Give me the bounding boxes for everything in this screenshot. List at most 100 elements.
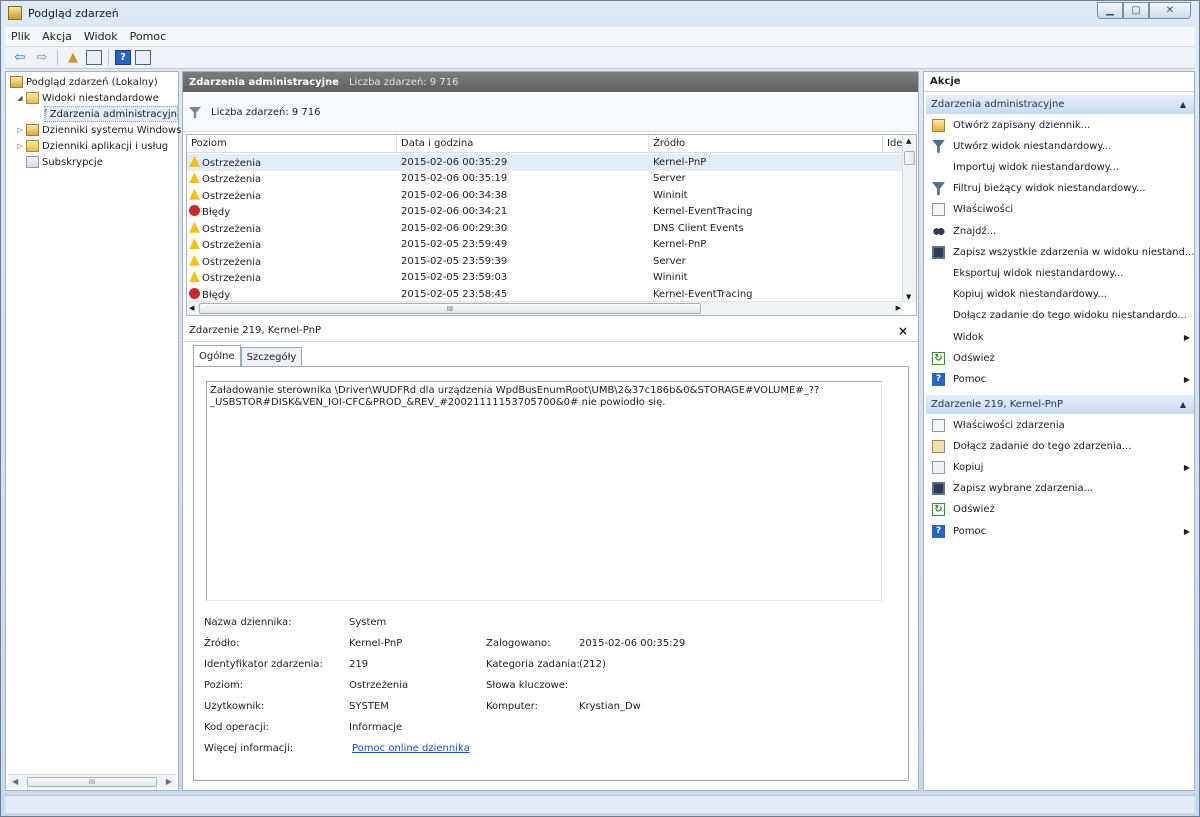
help-icon[interactable]: ? — [115, 50, 131, 65]
help-icon: ? — [932, 524, 945, 538]
close-detail-icon[interactable]: × — [898, 324, 908, 338]
scroll-right-icon[interactable]: ▶ — [896, 304, 901, 312]
warning-icon — [189, 238, 200, 250]
filter-icon — [45, 108, 47, 120]
warning-icon — [189, 172, 200, 184]
scroll-left-icon[interactable]: ◀ — [12, 777, 18, 786]
action-item[interactable]: Importuj widok niestandardowy... — [932, 157, 1190, 177]
blank-icon — [932, 309, 945, 322]
tree-item-custom-views[interactable]: ◢ Widoki niestandardowe — [16, 90, 159, 106]
cell-date: 2015-02-06 00:35:19 — [401, 173, 508, 185]
action-item[interactable]: Otwórz zapisany dziennik... — [932, 115, 1190, 135]
scroll-thumb[interactable]: III — [199, 303, 701, 314]
table-row[interactable]: Błędy 2015-02-06 00:34:21 Kernel-EventTrac… — [187, 204, 903, 221]
action-item-label: Eksportuj widok niestandardowy... — [953, 267, 1124, 279]
action-item[interactable]: Filtruj bieżący widok niestandardowy... — [932, 179, 1190, 199]
back-arrow-icon[interactable]: ⇦ — [11, 49, 29, 67]
menu-help[interactable]: Pomoc — [124, 30, 172, 43]
table-row[interactable]: Ostrzeżenia 2015-02-05 23:59:03 Wininit — [187, 270, 903, 287]
forward-arrow-icon[interactable]: ⇨ — [33, 49, 51, 67]
column-header-date[interactable]: Data i godzina — [397, 135, 649, 153]
toolbar-separator — [108, 49, 109, 66]
tree-item-label: Widoki niestandardowe — [42, 92, 159, 104]
cell-date: 2015-02-06 00:35:29 — [401, 156, 508, 168]
console-tree: Podgląd zdarzeń (Lokalny) ◢ Widoki niest… — [5, 71, 181, 791]
online-help-link[interactable]: Pomoc online dziennika — [352, 743, 470, 754]
action-item[interactable]: ? Pomoc ▶ — [932, 369, 1190, 389]
event-message-box[interactable]: Załadowanie sterownika \Driver\WUDFRd dl… — [206, 381, 882, 601]
action-item[interactable]: ? Pomoc ▶ — [932, 521, 1190, 541]
console-tree-toggle-icon[interactable] — [86, 50, 102, 65]
action-item[interactable]: Właściwości zdarzenia — [932, 415, 1190, 435]
tree-item-windows-logs[interactable]: ▷ Dzienniki systemu Windows — [16, 122, 181, 138]
save-icon — [932, 482, 945, 496]
tree-item-label: Dzienniki systemu Windows — [42, 124, 182, 136]
column-header-id[interactable]: Ide — [883, 135, 903, 153]
action-item[interactable]: Znajdź... — [932, 221, 1190, 241]
column-header-source[interactable]: Źródło — [649, 135, 883, 153]
label-task-category: Kategoria zadania: — [486, 659, 580, 670]
action-group-event[interactable]: Zdarzenie 219, Kernel-PnP ▲ — [926, 395, 1194, 414]
collapse-caret-icon[interactable]: ▲ — [1180, 100, 1186, 109]
action-item[interactable]: Kopiuj widok niestandardowy... — [932, 285, 1190, 305]
scroll-up-icon[interactable]: ▲ — [906, 137, 911, 145]
action-pane-toggle-icon[interactable] — [135, 50, 151, 65]
scroll-thumb[interactable]: III — [27, 776, 157, 787]
toolbar: ⇦ ⇨ ▲ ? — [5, 47, 1195, 69]
warning-icon — [189, 254, 200, 266]
tree-horizontal-scrollbar[interactable]: ◀ III ▶ — [8, 774, 176, 788]
events-horizontal-scrollbar[interactable]: ◀ III ▶ — [187, 301, 903, 315]
column-header-level[interactable]: Poziom — [187, 135, 397, 153]
menu-bar: Plik Akcja Widok Pomoc — [5, 27, 1195, 47]
scroll-down-icon[interactable]: ▼ — [906, 293, 911, 301]
tree-item-root[interactable]: Podgląd zdarzeń (Lokalny) — [10, 74, 158, 90]
collapsed-arrow-icon[interactable]: ▷ — [16, 126, 24, 134]
action-item[interactable]: Zapisz wszystkie zdarzenia w widoku nies… — [932, 242, 1195, 262]
expanded-arrow-icon[interactable]: ◢ — [16, 94, 24, 102]
general-tab-panel: Załadowanie sterownika \Driver\WUDFRd dl… — [193, 366, 909, 781]
table-row[interactable]: Ostrzeżenia 2015-02-06 00:34:38 Wininit — [187, 187, 903, 204]
menu-file[interactable]: Plik — [5, 30, 36, 43]
action-item[interactable]: Eksportuj widok niestandardowy... — [932, 263, 1190, 283]
tree-item-subscriptions[interactable]: Subskrypcje — [26, 154, 103, 170]
tree-item-admin-events[interactable]: Zdarzenia administracyjn — [44, 106, 178, 122]
action-group-admin-events[interactable]: Zdarzenia administracyjne ▲ — [926, 95, 1194, 114]
tab-details[interactable]: Szczegóły — [240, 347, 303, 367]
action-item[interactable]: Widok ▶ — [932, 327, 1190, 347]
scroll-right-icon[interactable]: ▶ — [166, 777, 172, 786]
tab-general[interactable]: Ogólne — [193, 345, 241, 367]
menu-view[interactable]: Widok — [78, 30, 124, 43]
value-log-name: System — [349, 617, 387, 628]
action-item[interactable]: Dołącz zadanie do tego widoku niestandar… — [932, 306, 1190, 326]
tree-item-label: Zdarzenia administracyjn — [49, 108, 177, 120]
action-item[interactable]: ↻ Odśwież — [932, 348, 1190, 368]
action-item[interactable]: Kopiuj ▶ — [932, 457, 1190, 477]
action-item[interactable]: ↻ Odśwież — [932, 500, 1190, 520]
action-item-label: Pomoc — [953, 373, 987, 385]
cell-level: Ostrzeżenia — [189, 155, 261, 169]
scroll-left-icon[interactable]: ◀ — [189, 304, 194, 312]
collapsed-arrow-icon[interactable]: ▷ — [16, 142, 24, 150]
table-row[interactable]: Ostrzeżenia 2015-02-05 23:59:49 Kernel-PnP — [187, 237, 903, 254]
event-viewer-icon — [10, 76, 23, 88]
events-pane: Zdarzenia administracyjne Liczba zdarzeń… — [182, 71, 919, 791]
minimize-button[interactable]: ▁ — [1097, 2, 1123, 19]
action-item[interactable]: Zapisz wybrane zdarzenia... — [932, 479, 1190, 499]
table-row[interactable]: Ostrzeżenia 2015-02-05 23:59:39 Server — [187, 253, 903, 270]
tree-item-app-logs[interactable]: ▷ Dzienniki aplikacji i usług — [16, 138, 168, 154]
collapse-caret-icon[interactable]: ▲ — [1180, 400, 1186, 409]
close-window-button[interactable]: ✕ — [1149, 2, 1191, 19]
action-item[interactable]: Utwórz widok niestandardowy... — [932, 136, 1190, 156]
scroll-thumb[interactable] — [904, 151, 915, 165]
events-vertical-scrollbar[interactable]: ▲ ▼ — [902, 135, 916, 303]
table-row[interactable]: Ostrzeżenia 2015-02-06 00:29:30 DNS Client… — [187, 220, 903, 237]
table-row[interactable]: Ostrzeżenia 2015-02-06 00:35:29 Kernel-PnP — [187, 154, 903, 171]
menu-action[interactable]: Akcja — [36, 30, 78, 43]
action-item[interactable]: Właściwości — [932, 200, 1190, 220]
table-row[interactable]: Ostrzeżenia 2015-02-06 00:35:19 Server — [187, 171, 903, 188]
value-opcode: Informacje — [349, 722, 403, 733]
maximize-button[interactable]: ▢ — [1123, 2, 1149, 19]
action-item[interactable]: Dołącz zadanie do tego zdarzenia... — [932, 436, 1190, 456]
cell-level: Błędy — [189, 287, 230, 301]
up-folder-icon[interactable]: ▲ — [64, 49, 82, 67]
